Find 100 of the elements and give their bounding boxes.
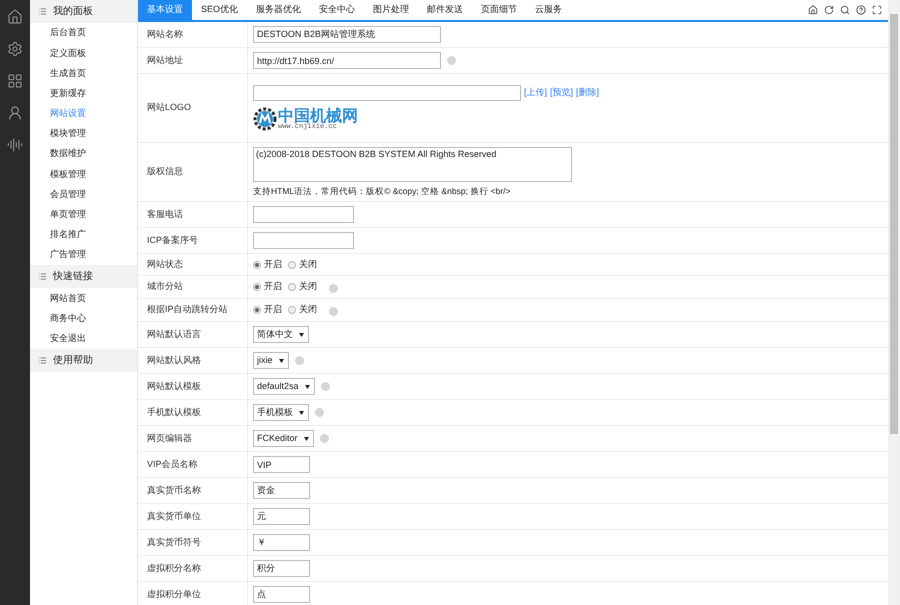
radio-label: 关闭 (299, 258, 317, 271)
sidebar-item[interactable]: 生成首页 (30, 63, 137, 84)
field-label: 网站默认模板 (147, 380, 201, 393)
field-label: ICP备案序号 (147, 234, 198, 247)
search-icon[interactable] (840, 5, 850, 15)
field-label: 版权信息 (147, 165, 183, 178)
sidebar-item[interactable]: 模板管理 (30, 164, 137, 184)
field-label: 虚拟积分名称 (147, 562, 201, 575)
radio-label: 开启 (264, 258, 282, 271)
field-label: 虚拟积分单位 (147, 588, 201, 601)
fullscreen-icon[interactable] (872, 5, 882, 15)
home-icon[interactable] (808, 5, 818, 15)
tab[interactable]: SEO优化 (192, 0, 248, 20)
dropdown[interactable]: 手机模板 (253, 404, 309, 421)
caret-icon (304, 384, 310, 388)
sidebar-item[interactable]: 定义面板 (30, 43, 137, 64)
field-label: 网站LOGO (147, 101, 192, 114)
bars-icon[interactable] (7, 137, 23, 153)
radio-button[interactable] (288, 260, 296, 268)
field-label: 网页编辑器 (147, 432, 192, 445)
sidebar-item[interactable]: 安全退出 (30, 328, 137, 349)
scrollbar[interactable] (888, 0, 900, 605)
sidebar-item[interactable]: 更新缓存 (30, 84, 137, 104)
radio-label: 关闭 (299, 280, 317, 294)
text-field[interactable]: http://dt17.hb69.cn/ (253, 52, 441, 69)
sidebar-item[interactable]: 广告管理 (30, 245, 137, 266)
dropdown[interactable]: 简体中文 (253, 326, 309, 343)
radio-button[interactable] (253, 283, 261, 291)
radio-label: 关闭 (299, 303, 317, 316)
text-field[interactable]: 点 (253, 586, 310, 603)
sidebar-item[interactable]: 网站首页 (30, 288, 137, 308)
field-label: 真实货币名称 (147, 484, 201, 497)
text-field[interactable]: DESTOON B2B网站管理系统 (253, 26, 441, 43)
field-label: 网站地址 (147, 54, 183, 67)
tab[interactable]: 页面细节 (472, 0, 526, 20)
sidebar-group-header[interactable]: 我的面板 (30, 0, 137, 23)
text-field[interactable] (253, 206, 354, 223)
field-label: 根据IP自动跳转分站 (147, 303, 228, 316)
sidebar-item[interactable]: 模块管理 (30, 124, 137, 144)
sidebar-item[interactable]: 商务中心 (30, 308, 137, 329)
field-label: VIP会员名称 (147, 458, 198, 471)
text-field[interactable]: 积分 (253, 560, 310, 577)
tab[interactable]: 图片处理 (364, 0, 418, 20)
tab[interactable]: 服务器优化 (247, 0, 310, 20)
text-field[interactable]: ￥ (253, 534, 310, 551)
radio-button[interactable] (253, 260, 261, 268)
field-label: 真实货币符号 (147, 536, 201, 549)
field-label: 客服电话 (147, 208, 183, 221)
refresh-icon[interactable] (824, 5, 834, 15)
field-label: 手机默认模板 (147, 406, 201, 419)
sidebar-item[interactable]: 单页管理 (30, 204, 137, 225)
radio-button[interactable] (288, 306, 296, 314)
dropdown[interactable]: default2sa (253, 378, 315, 395)
text-field[interactable]: 资金 (253, 482, 310, 499)
field-label: 网站名称 (147, 28, 183, 41)
text-field[interactable]: 元 (253, 508, 310, 525)
caret-icon (278, 358, 284, 362)
sidebar-group-header[interactable]: 快速链接 (30, 265, 137, 288)
scrollbar-thumb[interactable] (890, 14, 898, 434)
field-label: 真实货币单位 (147, 510, 201, 523)
logo-action-link[interactable]: [上传] (524, 86, 548, 100)
logo-action-link[interactable]: [删除] (576, 86, 600, 100)
logo-title: 中国机械网 (278, 108, 358, 124)
caret-icon (299, 410, 304, 414)
tab[interactable]: 云服务 (526, 0, 572, 20)
home-icon[interactable] (7, 9, 23, 25)
logo-action-link[interactable]: [预览] (550, 86, 574, 100)
copyright-textarea[interactable]: (c)2008-2018 DESTOON B2B SYSTEM All Rights Reserved (253, 146, 572, 182)
list-icon (38, 356, 47, 365)
syntax-note: 支持HTML语法，常用代码：版权© &copy; 空格 &nbsp; 换行 <br/> (253, 184, 512, 198)
field-label: 城市分站 (147, 280, 183, 294)
grid-icon[interactable] (7, 73, 23, 89)
field-label: 网站状态 (147, 258, 183, 271)
sidebar-group-header[interactable]: 使用帮助 (30, 348, 137, 372)
logo-path-field[interactable] (253, 85, 521, 101)
radio-button[interactable] (288, 283, 296, 291)
sidebar-item[interactable]: 会员管理 (30, 184, 137, 205)
list-icon (38, 7, 47, 16)
caret-icon (299, 332, 304, 336)
gear-logo-icon (253, 107, 277, 131)
field-label: 网站默认风格 (147, 354, 201, 367)
dropdown[interactable]: FCKeditor (253, 430, 314, 447)
sidebar-item[interactable]: 数据维护 (30, 144, 137, 164)
field-label: 网站默认语言 (147, 328, 201, 341)
dropdown[interactable]: jixie (253, 352, 289, 369)
caret-icon (304, 436, 309, 440)
radio-label: 开启 (264, 280, 282, 294)
radio-button[interactable] (253, 306, 261, 314)
text-field[interactable] (253, 232, 354, 249)
text-field[interactable]: VIP (253, 456, 310, 473)
list-icon (38, 272, 47, 282)
tab[interactable]: 邮件发送 (418, 0, 472, 20)
user-icon[interactable] (7, 105, 23, 121)
sidebar-item[interactable]: 后台首页 (30, 23, 137, 44)
tab[interactable]: 安全中心 (310, 0, 364, 20)
settings-icon[interactable] (7, 41, 23, 57)
radio-label: 开启 (264, 303, 282, 316)
tab[interactable]: 基本设置 (138, 0, 192, 20)
sidebar-item[interactable]: 排名推广 (30, 224, 137, 246)
sidebar-item[interactable]: 网站设置 (30, 104, 137, 124)
